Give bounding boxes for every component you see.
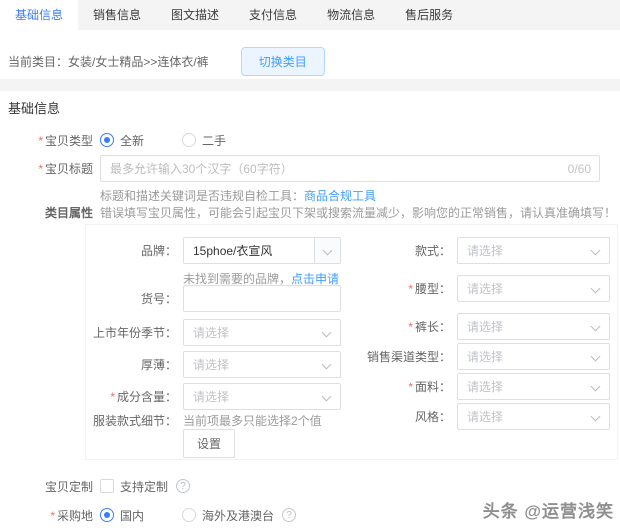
help-icon[interactable]: ? xyxy=(176,479,190,493)
required-marker: * xyxy=(38,134,43,148)
category-attrs-label: 类目属性 xyxy=(0,204,93,221)
brand-label: 品牌： xyxy=(86,242,177,259)
radio-used-label: 二手 xyxy=(202,132,226,149)
item-number-row: 货号： xyxy=(86,285,341,312)
tab-payment-info[interactable]: 支付信息 xyxy=(234,0,312,30)
radio-overseas-label: 海外及港澳台 xyxy=(202,507,274,524)
required-marker: * xyxy=(38,162,43,176)
chevron-down-icon xyxy=(591,322,601,332)
customization-checkbox-label: 支持定制 xyxy=(120,478,168,495)
tab-sales-info[interactable]: 销售信息 xyxy=(78,0,156,30)
brand-select-append[interactable] xyxy=(314,238,340,263)
category-attrs-row: 类目属性 错误填写宝贝属性，可能会引起宝贝下架或搜索流量减少，影响您的正常销售，… xyxy=(0,203,616,221)
season-select[interactable]: 请选择 xyxy=(183,319,341,346)
brand-row: 品牌： 15phoe/衣宣风 xyxy=(86,237,341,264)
sales-channel-label: *销售渠道类型： xyxy=(341,348,451,365)
pants-length-label: *裤长： xyxy=(341,318,451,335)
chevron-down-icon xyxy=(322,392,332,402)
sales-channel-row: *销售渠道类型： 请选择 xyxy=(341,343,610,370)
customization-checkbox[interactable] xyxy=(100,479,114,493)
style-detail-label: 服装款式细节： xyxy=(86,412,177,429)
watermark: 头条 @运营浅笑 xyxy=(483,497,614,522)
fabric-select[interactable]: 请选择 xyxy=(457,373,610,400)
chevron-down-icon xyxy=(591,246,601,256)
chevron-down-icon xyxy=(591,352,601,362)
brand-select[interactable]: 15phoe/衣宣风 xyxy=(183,237,341,264)
chevron-down-icon xyxy=(322,360,332,370)
settings-button[interactable]: 设置 xyxy=(183,429,235,458)
thickness-select[interactable]: 请选择 xyxy=(183,351,341,378)
pants-length-select[interactable]: 请选择 xyxy=(457,313,610,340)
style-row: *风格： 请选择 xyxy=(341,403,610,430)
item-type-label: *宝贝类型 xyxy=(0,132,93,149)
composition-row: *成分含量： 请选择 xyxy=(86,383,341,410)
chevron-down-icon xyxy=(591,412,601,422)
radio-new[interactable] xyxy=(100,133,114,147)
required-marker: * xyxy=(408,320,413,334)
waist-select[interactable]: 请选择 xyxy=(457,275,610,302)
compliance-tool-link[interactable]: 商品合规工具 xyxy=(304,187,376,204)
radio-domestic-label: 国内 xyxy=(120,507,144,524)
category-attrs-warning: 错误填写宝贝属性，可能会引起宝贝下架或搜索流量减少，影响您的正常销售，请认真准确… xyxy=(100,204,616,221)
tab-basic-info[interactable]: 基础信息 xyxy=(0,0,78,30)
pants-length-row: *裤长： 请选择 xyxy=(341,313,610,340)
tab-bar: 基础信息 销售信息 图文描述 支付信息 物流信息 售后服务 xyxy=(0,0,620,30)
customization-label: 宝贝定制 xyxy=(0,478,93,495)
required-marker: * xyxy=(408,282,413,296)
item-number-label: 货号： xyxy=(86,290,177,307)
char-counter: 0/60 xyxy=(568,162,591,176)
customization-row: 宝贝定制 支持定制 ? xyxy=(0,477,190,495)
chevron-down-icon xyxy=(591,284,601,294)
style-detail-row: 服装款式细节： 当前项最多只能选择2个值 xyxy=(86,411,322,429)
season-row: 上市年份季节： 请选择 xyxy=(86,319,341,346)
section-divider xyxy=(0,79,620,91)
section-title-basic-info: 基础信息 xyxy=(8,98,60,117)
attributes-panel: 品牌： 15phoe/衣宣风 未找到需要的品牌，点击申请 货号： 上市年份季节：… xyxy=(85,224,618,460)
required-marker: * xyxy=(110,390,115,404)
style-label: *风格： xyxy=(341,408,451,425)
tab-logistics-info[interactable]: 物流信息 xyxy=(312,0,390,30)
title-helper-text: 标题和描述关键词是否违规自检工具： xyxy=(100,187,304,204)
item-title-label: *宝贝标题 xyxy=(0,160,93,177)
title-input[interactable] xyxy=(100,155,600,182)
chevron-down-icon xyxy=(322,328,332,338)
style-detail-note: 当前项最多只能选择2个值 xyxy=(183,412,322,429)
style-select[interactable]: 请选择 xyxy=(457,403,610,430)
thickness-row: 厚薄： 请选择 xyxy=(86,351,341,378)
season-label: 上市年份季节： xyxy=(86,324,177,341)
waist-label: *腰型： xyxy=(341,280,451,297)
chevron-down-icon xyxy=(591,382,601,392)
tab-after-sales[interactable]: 售后服务 xyxy=(390,0,468,30)
product-edit-page: 基础信息 销售信息 图文描述 支付信息 物流信息 售后服务 当前类目：女装/女士… xyxy=(0,0,620,530)
help-icon[interactable]: ? xyxy=(282,508,296,522)
fabric-row: *面料： 请选择 xyxy=(341,373,610,400)
waist-row: *腰型： 请选择 xyxy=(341,275,610,302)
radio-domestic[interactable] xyxy=(100,508,114,522)
sales-channel-select[interactable]: 请选择 xyxy=(457,343,610,370)
purchase-place-label: *采购地 xyxy=(0,507,93,524)
item-type-row: *宝贝类型 全新 二手 xyxy=(0,131,226,149)
required-marker: * xyxy=(50,509,55,523)
radio-new-label: 全新 xyxy=(120,132,144,149)
design-label: *款式： xyxy=(341,242,451,259)
radio-overseas[interactable] xyxy=(182,508,196,522)
brand-apply-link[interactable]: 点击申请 xyxy=(291,272,339,286)
item-title-row: *宝贝标题 0/60 xyxy=(0,155,600,182)
current-category-row: 当前类目：女装/女士精品>>连体衣/裤 切换类目 xyxy=(8,47,325,76)
design-row: *款式： 请选择 xyxy=(341,237,610,264)
item-number-input[interactable] xyxy=(183,285,341,312)
fabric-label: *面料： xyxy=(341,378,451,395)
composition-label: *成分含量： xyxy=(86,388,177,405)
radio-used[interactable] xyxy=(182,133,196,147)
title-helper-row: 标题和描述关键词是否违规自检工具：商品合规工具 xyxy=(0,186,376,204)
switch-category-button[interactable]: 切换类目 xyxy=(241,47,325,76)
composition-select[interactable]: 请选择 xyxy=(183,383,341,410)
required-marker: * xyxy=(408,380,413,394)
purchase-place-row: *采购地 国内 海外及港澳台 ? xyxy=(0,506,296,524)
chevron-down-icon xyxy=(323,246,333,256)
tab-description[interactable]: 图文描述 xyxy=(156,0,234,30)
thickness-label: 厚薄： xyxy=(86,356,177,373)
current-category-label: 当前类目：女装/女士精品>>连体衣/裤 xyxy=(8,53,209,70)
design-select[interactable]: 请选择 xyxy=(457,237,610,264)
